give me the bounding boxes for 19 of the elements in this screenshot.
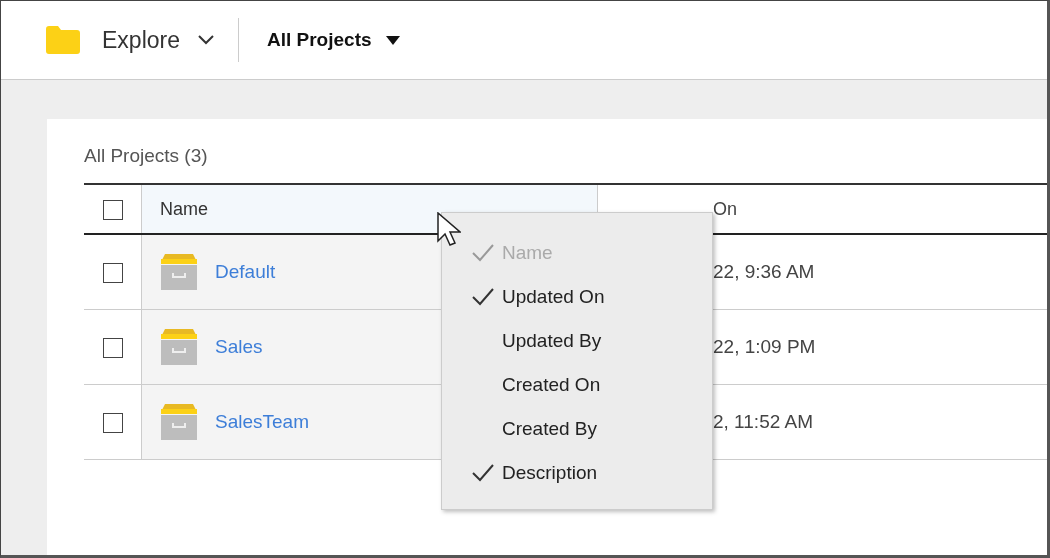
caret-down-icon	[385, 35, 400, 45]
project-filter-dropdown[interactable]: All Projects	[267, 29, 400, 51]
checkbox[interactable]	[102, 199, 123, 220]
list-title: All Projects (3)	[84, 145, 209, 167]
project-link[interactable]: Default	[215, 261, 276, 283]
checkbox[interactable]	[102, 338, 123, 358]
folder-icon	[46, 26, 80, 54]
check-icon	[472, 464, 494, 482]
archive-box-icon	[160, 403, 198, 441]
archive-box-icon	[160, 328, 198, 366]
chevron-down-icon	[198, 35, 214, 45]
check-icon	[472, 288, 494, 306]
project-link[interactable]: Sales	[215, 336, 263, 358]
check-icon	[472, 244, 494, 262]
checkbox[interactable]	[102, 263, 123, 283]
explore-menu-button[interactable]: Explore	[46, 26, 214, 54]
project-link[interactable]: SalesTeam	[215, 411, 309, 433]
archive-box-icon	[160, 253, 198, 291]
checkbox[interactable]	[102, 413, 123, 433]
